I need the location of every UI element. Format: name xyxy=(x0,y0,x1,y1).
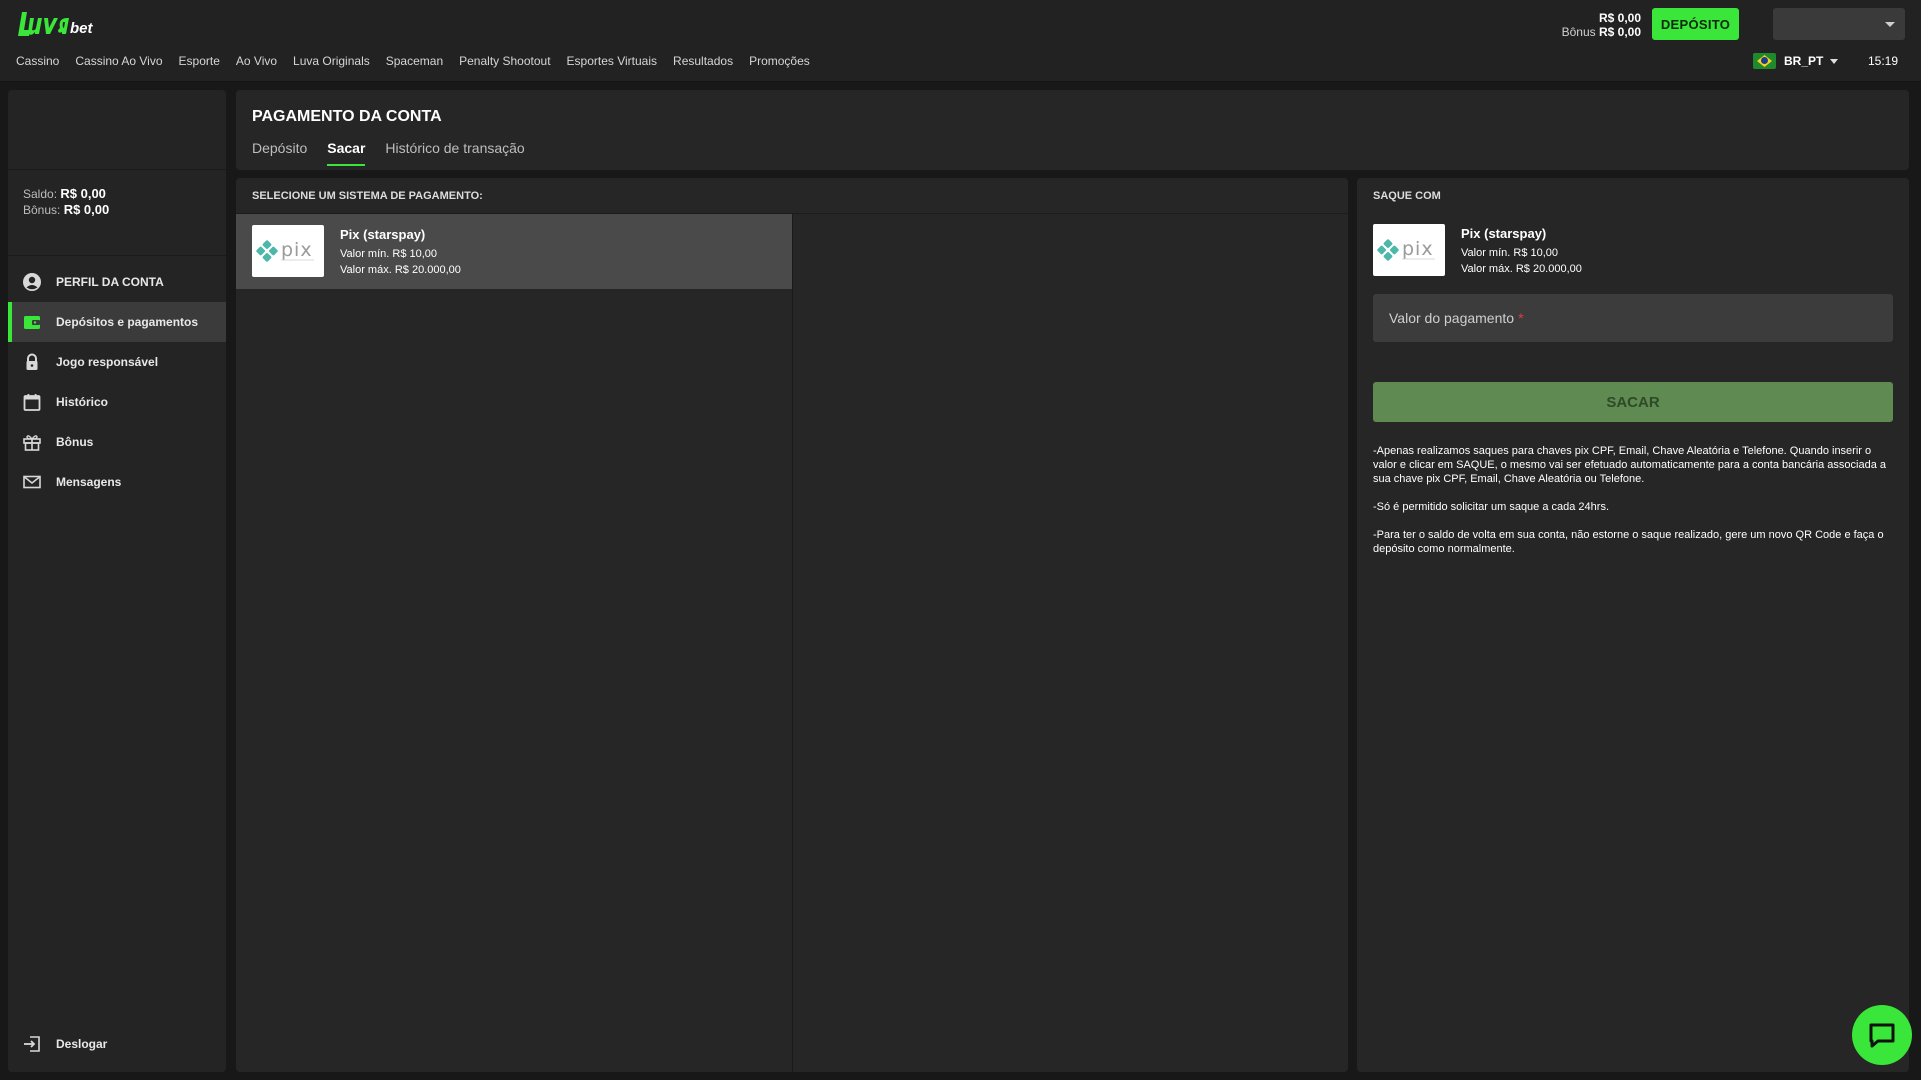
payment-amount-input[interactable]: Valor do pagamento * xyxy=(1373,294,1893,342)
language-selector[interactable]: BR_PT xyxy=(1753,53,1839,69)
grid-divider xyxy=(792,214,793,1072)
methods-header: SELECIONE UM SISTEMA DE PAGAMENTO: xyxy=(236,178,1348,214)
method-min-label: Valor mín. xyxy=(1461,247,1511,259)
sidebar-balances: Saldo: R$ 0,00 Bônus: R$ 0,00 xyxy=(8,170,226,256)
logout-icon xyxy=(22,1034,42,1054)
user-circle-icon xyxy=(22,272,42,292)
amount-placeholder: Valor do pagamento xyxy=(1389,310,1515,326)
nav-penalty-shootout[interactable]: Penalty Shootout xyxy=(459,54,550,68)
sidebar-item-bonus[interactable]: Bônus xyxy=(8,422,226,462)
deposit-button[interactable]: DEPÓSITO xyxy=(1652,8,1739,40)
nav-spaceman[interactable]: Spaceman xyxy=(386,54,443,68)
tab-deposito[interactable]: Depósito xyxy=(252,140,307,166)
wallet-icon xyxy=(22,312,42,332)
payment-method-grid: pix Pix (starspay) Valor mín. R$ 10,00 V… xyxy=(236,214,1348,1072)
sidebar-item-label: Bônus xyxy=(56,435,94,449)
user-menu-dropdown[interactable] xyxy=(1773,8,1905,40)
note-3: -Para ter o saldo de volta em sua conta,… xyxy=(1373,529,1884,555)
clock: 15:19 xyxy=(1868,54,1899,68)
main-nav: Cassino Cassino Ao Vivo Esporte Ao Vivo … xyxy=(16,54,826,68)
luva-bet-logo-icon: bet xyxy=(18,12,94,37)
method-name: Pix (starspay) xyxy=(340,227,426,242)
nav-resultados[interactable]: Resultados xyxy=(673,54,733,68)
method-min: Valor mín. R$ 10,00 xyxy=(340,248,437,260)
sidebar-item-historico[interactable]: Histórico xyxy=(8,382,226,422)
chevron-down-icon xyxy=(1885,22,1895,27)
required-mark: * xyxy=(1518,310,1524,326)
pix-logo-icon: pix xyxy=(1373,224,1445,276)
nav-luva-originals[interactable]: Luva Originals xyxy=(293,54,370,68)
avatar xyxy=(8,90,226,170)
header-balance: R$ 0,00 Bônus R$ 0,00 xyxy=(1562,11,1641,39)
sidebar-item-label: Mensagens xyxy=(56,475,122,489)
payment-method-pix[interactable]: pix Pix (starspay) Valor mín. R$ 10,00 V… xyxy=(236,214,792,289)
method-max-label: Valor máx. xyxy=(340,264,392,276)
site-logo[interactable]: bet xyxy=(14,6,94,42)
sidebar-item-jogo-responsavel[interactable]: Jogo responsável xyxy=(8,342,226,382)
calendar-icon xyxy=(22,392,42,412)
note-1: -Apenas realizamos saques para chaves pi… xyxy=(1373,445,1886,485)
sidebar-item-depositos[interactable]: Depósitos e pagamentos xyxy=(8,302,226,342)
nav-esportes-virtuais[interactable]: Esportes Virtuais xyxy=(567,54,658,68)
payment-methods-panel: SELECIONE UM SISTEMA DE PAGAMENTO: pix P… xyxy=(236,178,1348,1072)
svg-text:pix: pix xyxy=(281,239,313,261)
tab-historico-transacao[interactable]: Histórico de transação xyxy=(385,140,524,166)
saldo-label: Saldo: xyxy=(23,187,58,201)
saque-header: SAQUE COM xyxy=(1373,190,1441,202)
method-max-label: Valor máx. xyxy=(1461,263,1513,275)
top-header: bet Cassino Cassino Ao Vivo Esporte Ao V… xyxy=(0,0,1921,82)
method-min-value: R$ 10,00 xyxy=(1513,247,1559,259)
method-max: Valor máx. R$ 20.000,00 xyxy=(1461,263,1582,275)
logout-label: Deslogar xyxy=(56,1037,108,1051)
language-label: BR_PT xyxy=(1784,54,1824,68)
page-title: PAGAMENTO DA CONTA xyxy=(252,108,442,125)
pix-logo-icon: pix xyxy=(252,225,324,277)
svg-text:pix: pix xyxy=(1402,238,1434,260)
logout-button[interactable]: Deslogar xyxy=(8,1024,226,1064)
note-2: -Só é permitido solicitar um saque a cad… xyxy=(1373,501,1610,513)
method-max-value: R$ 20.000,00 xyxy=(394,264,461,276)
method-name: Pix (starspay) xyxy=(1461,226,1547,241)
method-min: Valor mín. R$ 10,00 xyxy=(1461,247,1558,259)
svg-text:bet: bet xyxy=(70,20,94,37)
bonus-label: Bônus: xyxy=(23,203,61,217)
selected-method: pix Pix (starspay) Valor mín. R$ 10,00 V… xyxy=(1373,224,1893,282)
sacar-button[interactable]: SACAR xyxy=(1373,382,1893,422)
withdraw-panel: SAQUE COM pix Pix (starspay) Valor mín. … xyxy=(1357,178,1909,1072)
nav-cassino[interactable]: Cassino xyxy=(16,54,59,68)
header-bonus-value: R$ 0,00 xyxy=(1598,25,1641,39)
header-balance-value: R$ 0,00 xyxy=(1598,11,1641,25)
chat-bubble-icon xyxy=(1869,1023,1895,1048)
withdraw-notes: -Apenas realizamos saques para chaves pi… xyxy=(1373,444,1893,556)
nav-esporte[interactable]: Esporte xyxy=(179,54,220,68)
payment-tabs: Depósito Sacar Histórico de transação xyxy=(252,140,545,166)
saldo-value: R$ 0,00 xyxy=(60,186,106,201)
nav-ao-vivo[interactable]: Ao Vivo xyxy=(236,54,277,68)
account-payment-header: PAGAMENTO DA CONTA Depósito Sacar Histór… xyxy=(236,90,1909,170)
lock-icon xyxy=(22,352,42,372)
bonus-value: R$ 0,00 xyxy=(63,202,110,217)
mail-icon xyxy=(22,472,42,492)
sidebar-menu: PERFIL DA CONTA Depósitos e pagamentos J… xyxy=(8,262,226,502)
sidebar-item-label: PERFIL DA CONTA xyxy=(56,275,164,289)
brazil-flag-icon xyxy=(1753,53,1776,69)
method-max: Valor máx. R$ 20.000,00 xyxy=(340,264,461,276)
withdraw-form: pix Pix (starspay) Valor mín. R$ 10,00 V… xyxy=(1373,224,1893,570)
account-sidebar: Saldo: R$ 0,00 Bônus: R$ 0,00 PERFIL DA … xyxy=(8,90,226,1072)
nav-cassino-ao-vivo[interactable]: Cassino Ao Vivo xyxy=(75,54,162,68)
chevron-down-icon xyxy=(1830,58,1839,64)
sidebar-item-perfil[interactable]: PERFIL DA CONTA xyxy=(8,262,226,302)
sidebar-item-label: Histórico xyxy=(56,395,109,409)
tab-sacar[interactable]: Sacar xyxy=(327,140,366,166)
method-max-value: R$ 20.000,00 xyxy=(1515,263,1582,275)
gift-icon xyxy=(22,432,42,452)
nav-promocoes[interactable]: Promoções xyxy=(749,54,810,68)
method-min-value: R$ 10,00 xyxy=(392,248,438,260)
method-min-label: Valor mín. xyxy=(340,248,390,260)
sidebar-item-label: Depósitos e pagamentos xyxy=(56,315,199,329)
sidebar-item-label: Jogo responsável xyxy=(56,355,159,369)
sidebar-item-mensagens[interactable]: Mensagens xyxy=(8,462,226,502)
header-bonus-label: Bônus xyxy=(1561,25,1596,39)
live-chat-button[interactable] xyxy=(1852,1005,1912,1065)
